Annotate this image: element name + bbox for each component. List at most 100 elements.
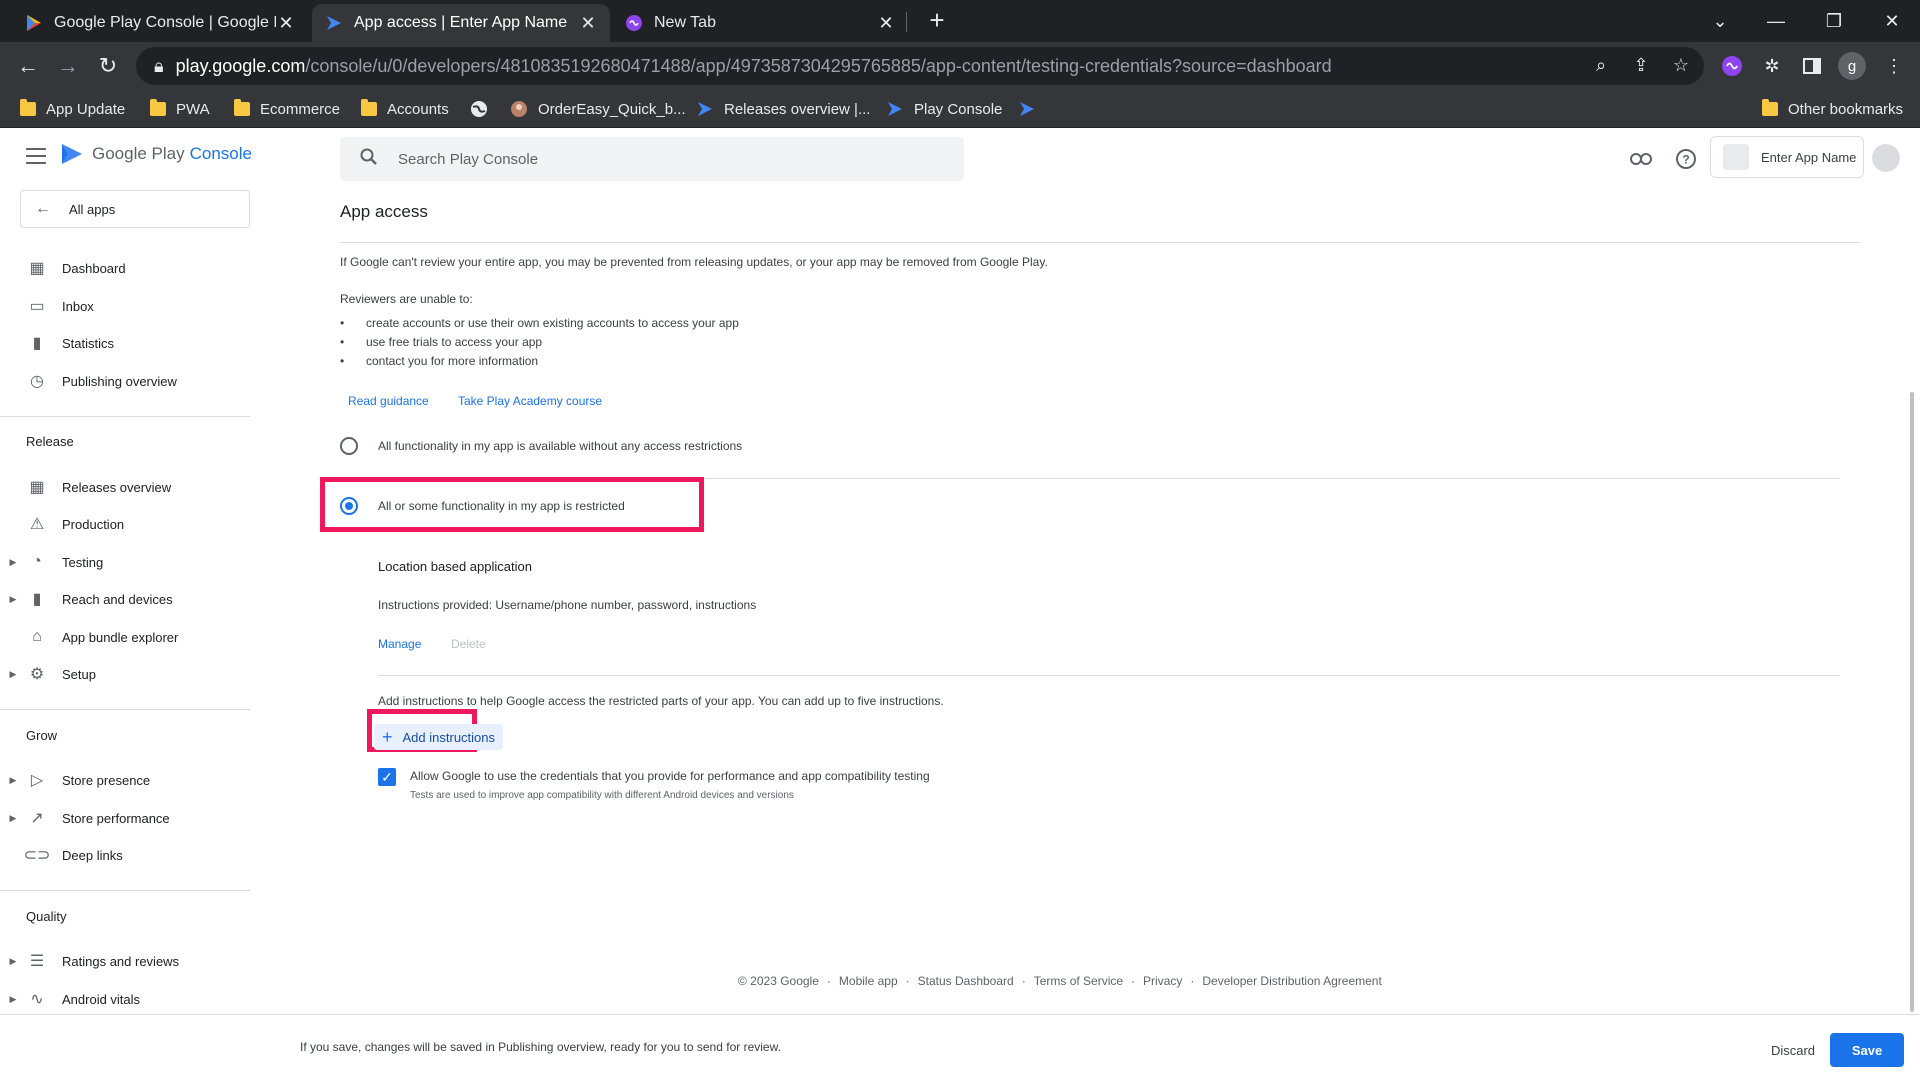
sidebar-item-android-vitals[interactable]: ▶ ∿ Android vitals	[0, 984, 250, 1014]
restore-icon[interactable]: ❐	[1806, 0, 1862, 42]
sidebar-item-releases-overview[interactable]: ▦ Releases overview	[0, 472, 250, 502]
expand-caret-icon[interactable]: ▶	[0, 594, 26, 605]
search-input[interactable]: Search Play Console	[340, 137, 964, 181]
sidebar-item-app-bundle-explorer[interactable]: ⌂ App bundle explorer	[0, 622, 250, 652]
radio-restricted[interactable]	[340, 497, 358, 515]
bookmark-play-console[interactable]: Play Console	[886, 98, 1002, 120]
footer-link-mobile-app[interactable]: Mobile app	[839, 974, 898, 988]
footer-link-terms[interactable]: Terms of Service	[1034, 974, 1123, 988]
forward-icon[interactable]: →	[52, 50, 84, 82]
bookmark-pwa[interactable]: PWA	[150, 98, 210, 120]
profile-avatar-icon[interactable]: g	[1838, 52, 1866, 80]
footer-link-status-dashboard[interactable]: Status Dashboard	[918, 974, 1014, 988]
tab-title: App access | Enter App Name	[354, 14, 568, 31]
bullet-item: contact you for more information	[366, 354, 539, 368]
google-play-icon	[24, 13, 44, 33]
bookmark-releases-overview[interactable]: Releases overview |...	[696, 98, 870, 120]
expand-caret-icon[interactable]: ▶	[0, 813, 26, 824]
search-icon	[360, 148, 378, 171]
publishing-overview-icon: ◷	[30, 373, 44, 390]
testing-icon: ◔	[32, 553, 42, 570]
page-scrollbar[interactable]	[1910, 392, 1914, 1012]
expand-caret-icon[interactable]: ▶	[0, 557, 26, 568]
tab-search-chevron-icon[interactable]: ⌄	[1692, 0, 1748, 42]
sidebar-item-deep-links[interactable]: ⊂⊃ Deep links	[0, 840, 250, 870]
close-tab-icon[interactable]: ✕	[876, 13, 896, 34]
sidebar-item-setup[interactable]: ▶ ⚙︎ Setup	[0, 659, 250, 689]
footer-separator: ·	[905, 974, 910, 988]
close-window-icon[interactable]: ✕	[1864, 0, 1920, 42]
tab-app-access[interactable]: App access | Enter App Name ✕	[312, 4, 610, 42]
bullet-marker: •	[340, 316, 345, 330]
ratings-reviews-icon: ☰	[29, 953, 45, 970]
footer-link-privacy[interactable]: Privacy	[1143, 974, 1182, 988]
allow-credentials-checkbox[interactable]: ✓	[378, 768, 396, 786]
minimize-icon[interactable]: —	[1748, 0, 1804, 42]
extension-purple-icon[interactable]	[1718, 52, 1746, 80]
sidebar-item-ratings-reviews[interactable]: ▶ ☰ Ratings and reviews	[0, 946, 250, 976]
link-icon[interactable]	[1627, 145, 1655, 173]
close-tab-icon[interactable]: ✕	[578, 13, 598, 34]
bookmark-other[interactable]: Other bookmarks	[1762, 98, 1903, 120]
expand-caret-icon[interactable]: ▶	[0, 994, 26, 1005]
bookmark-ordereasy[interactable]: OrderEasy_Quick_b...	[510, 98, 686, 120]
sidebar-item-statistics[interactable]: ▮ Statistics	[0, 328, 250, 358]
new-tab-plus-icon[interactable]: +	[922, 6, 952, 36]
sidebar-item-publishing-overview[interactable]: ◷ Publishing overview	[0, 366, 250, 396]
all-apps-label: All apps	[69, 201, 116, 217]
expand-caret-icon[interactable]: ▶	[0, 669, 26, 680]
bookmark-app-update[interactable]: App Update	[20, 98, 125, 120]
expand-caret-icon[interactable]: ▶	[0, 775, 26, 786]
extensions-puzzle-icon[interactable]: ✲	[1758, 52, 1786, 80]
share-icon[interactable]: ⇪	[1628, 52, 1654, 78]
sidebar-item-store-performance[interactable]: ▶ ↗ Store performance	[0, 803, 250, 833]
radio-no-restrictions[interactable]	[340, 437, 358, 455]
folder-icon	[361, 99, 377, 116]
add-instructions-label: Add instructions	[402, 729, 496, 745]
new-tab-icon	[624, 13, 644, 33]
bookmark-globe[interactable]	[470, 98, 498, 120]
reach-devices-icon: ▮	[32, 591, 42, 608]
sidebar-item-inbox[interactable]: ▭ Inbox	[0, 291, 250, 321]
footer-link-dda[interactable]: Developer Distribution Agreement	[1202, 974, 1381, 988]
manage-link[interactable]: Manage	[378, 637, 421, 651]
back-icon[interactable]: ←	[12, 50, 44, 82]
zoom-icon[interactable]: ⌕	[1588, 52, 1614, 78]
close-tab-icon[interactable]: ✕	[276, 13, 296, 34]
bookmark-ecommerce[interactable]: Ecommerce	[234, 98, 340, 120]
app-selector[interactable]: Enter App Name	[1710, 136, 1864, 178]
store-presence-icon: ▷	[30, 772, 44, 789]
add-instructions-button[interactable]: + Add instructions	[374, 724, 504, 750]
tab-google-play-console[interactable]: Google Play Console | Google Pl ✕	[12, 4, 308, 42]
sidebar-item-dashboard[interactable]: ▦ Dashboard	[0, 253, 250, 283]
play-academy-link[interactable]: Take Play Academy course	[458, 394, 602, 408]
account-avatar[interactable]	[1872, 144, 1900, 172]
folder-icon	[234, 99, 250, 116]
sidebar-item-store-presence[interactable]: ▶ ▷ Store presence	[0, 765, 250, 795]
discard-button[interactable]: Discard	[1760, 1033, 1826, 1067]
sidebar-item-production[interactable]: ⚠︎ Production	[0, 509, 250, 539]
browser-menu-icon[interactable]: ⋮	[1880, 52, 1908, 80]
bookmark-play-console-2[interactable]	[1018, 98, 1046, 120]
tab-new-tab[interactable]: New Tab ✕	[612, 4, 908, 42]
bookmark-accounts[interactable]: Accounts	[361, 98, 449, 120]
expand-caret-icon[interactable]: ▶	[0, 956, 26, 967]
bullet-item: use free trials to access your app	[366, 335, 543, 349]
dashboard-icon: ▦	[29, 260, 45, 277]
all-apps-button[interactable]: ← All apps	[20, 190, 250, 228]
read-guidance-link[interactable]: Read guidance	[348, 394, 429, 408]
sidebar-item-testing[interactable]: ▶ ◔ Testing	[0, 547, 250, 577]
side-panel-icon[interactable]	[1798, 52, 1826, 80]
reload-icon[interactable]: ↻	[92, 50, 124, 82]
sidebar-item-reach-devices[interactable]: ▶ ▮ Reach and devices	[0, 584, 250, 614]
address-bar[interactable]: 🔒︎ play.google.com/console/u/0/developer…	[136, 47, 1704, 85]
save-button[interactable]: Save	[1830, 1033, 1904, 1067]
bookmark-star-icon[interactable]: ☆	[1668, 52, 1694, 78]
page-title: App access	[340, 202, 428, 221]
play-console-logo[interactable]: Google Play Console	[60, 142, 252, 166]
delete-link-disabled[interactable]: Delete	[451, 637, 486, 651]
globe-icon	[470, 100, 488, 118]
help-icon[interactable]: ?	[1672, 145, 1700, 173]
reviewers-heading: Reviewers are unable to:	[340, 292, 473, 306]
hamburger-menu-icon[interactable]	[26, 148, 46, 164]
